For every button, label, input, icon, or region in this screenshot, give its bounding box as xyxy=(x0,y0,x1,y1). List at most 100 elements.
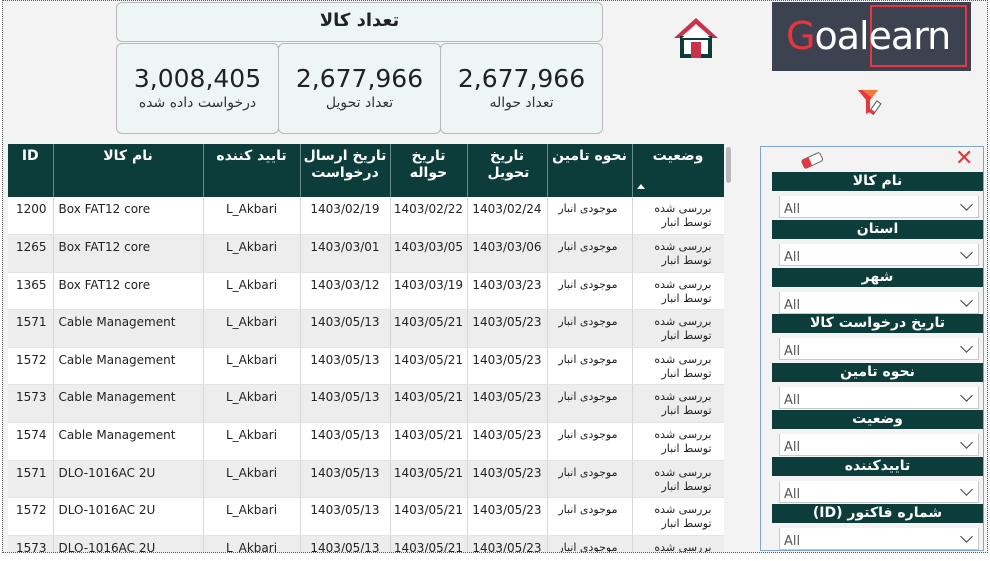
table-row[interactable]: 1572 DLO-1016AC 2U L_Akbari 1403/05/13 1403/… xyxy=(8,497,724,536)
table-scrollbar-thumb[interactable] xyxy=(726,147,731,183)
chevron-down-icon[interactable] xyxy=(960,530,973,543)
chevron-down-icon[interactable] xyxy=(960,198,973,211)
chevron-down-icon[interactable] xyxy=(960,246,973,259)
kpi-card-delivered: 2,677,966 تعداد تحویل xyxy=(278,43,441,134)
slicer-dropdown[interactable]: All xyxy=(779,387,979,409)
cell-havale-date: 1403/02/22 xyxy=(390,197,468,236)
cell-status: بررسی شدهتوسط انبار xyxy=(632,347,724,386)
cell-id: 1572 xyxy=(8,497,54,536)
filter-icon[interactable] xyxy=(856,86,888,118)
cell-havale-date: 1403/05/21 xyxy=(390,384,468,424)
table-row[interactable]: 1571 Cable Management L_Akbari 1403/05/13 14… xyxy=(8,309,724,348)
slicer-panel: ✕ نام کالا All استان All شهر All تاریخ درخواست… xyxy=(760,146,984,551)
col-header-approver[interactable]: تایید کننده xyxy=(203,144,301,197)
col-header-item-name[interactable]: نام کالا xyxy=(53,144,204,197)
cell-supply-method: موجودی انبار xyxy=(547,197,633,236)
cell-havale-date: 1403/05/21 xyxy=(390,422,468,461)
cell-delivery-date: 1403/05/23 xyxy=(467,347,548,386)
slicer-dropdown[interactable]: All xyxy=(779,244,979,266)
chevron-down-icon[interactable] xyxy=(960,389,973,402)
close-icon[interactable]: ✕ xyxy=(955,148,973,170)
slicer-value: All xyxy=(784,393,801,408)
cell-havale-date: 1403/03/05 xyxy=(390,234,468,273)
cell-delivery-date: 1403/05/23 xyxy=(467,384,548,424)
chevron-down-icon[interactable] xyxy=(960,340,973,353)
slicer-header: تاییدکننده xyxy=(772,457,983,476)
col-header-request-date[interactable]: تاریخ ارسال درخواست xyxy=(300,144,391,197)
status-line-2: توسط انبار xyxy=(661,254,712,268)
kpi-label: تعداد تحویل xyxy=(325,95,394,111)
slicer-value: All xyxy=(784,344,801,359)
col-header-status[interactable]: وضعیت xyxy=(632,144,724,197)
cell-status: بررسی شدهتوسط انبار xyxy=(632,535,724,552)
brand-logo: Goalearn xyxy=(772,2,971,71)
cell-request-date: 1403/05/13 xyxy=(300,347,391,386)
cell-approver: L_Akbari xyxy=(203,497,301,536)
status-line-2: توسط انبار xyxy=(661,291,712,305)
cell-request-date: 1403/05/13 xyxy=(300,535,391,552)
table-scrollbar[interactable] xyxy=(724,144,733,552)
cell-item-name: Cable Management xyxy=(53,422,204,461)
data-table: ID نام کالا تایید کننده تاریخ ارسال درخو… xyxy=(8,144,724,552)
slicer-value: All xyxy=(784,250,801,265)
table-row[interactable]: 1265 Box FAT12 core L_Akbari 1403/03/01 1403… xyxy=(8,234,724,273)
chevron-down-icon[interactable] xyxy=(960,483,973,496)
cell-status: بررسی شدهتوسط انبار xyxy=(632,497,724,536)
cell-request-date: 1403/05/13 xyxy=(300,497,391,536)
kpi-value: 2,677,966 xyxy=(457,64,586,93)
slicer-dropdown[interactable]: All xyxy=(779,528,979,550)
col-header-havale-date[interactable]: تاریخ حواله xyxy=(390,144,468,197)
col-header-supply-method[interactable]: نحوه تامین xyxy=(547,144,633,197)
cell-supply-method: موجودی انبار xyxy=(547,234,633,273)
cell-supply-method: موجودی انبار xyxy=(547,384,633,424)
chevron-down-icon[interactable] xyxy=(960,436,973,449)
slicer-dropdown[interactable]: All xyxy=(779,338,979,360)
cell-id: 1365 xyxy=(8,272,54,311)
col-header-id[interactable]: ID xyxy=(8,144,54,197)
table-row[interactable]: 1573 DLO-1016AC 2U L_Akbari 1403/05/13 1403/… xyxy=(8,535,724,552)
cell-supply-method: موجودی انبار xyxy=(547,422,633,461)
cell-item-name: Cable Management xyxy=(53,384,204,424)
cell-request-date: 1403/03/12 xyxy=(300,272,391,311)
status-line-1: بررسی شده xyxy=(654,240,712,254)
table-row[interactable]: 1571 DLO-1016AC 2U L_Akbari 1403/05/13 1403/… xyxy=(8,460,724,499)
cell-id: 1573 xyxy=(8,535,54,552)
eraser-icon[interactable] xyxy=(799,151,825,169)
slicer-header: نام کالا xyxy=(772,172,983,191)
slicer-dropdown[interactable]: All xyxy=(779,481,979,503)
home-icon[interactable] xyxy=(672,14,720,62)
status-line-2: توسط انبار xyxy=(661,442,712,456)
cell-approver: L_Akbari xyxy=(203,384,301,424)
cell-approver: L_Akbari xyxy=(203,422,301,461)
logo-text: Goalearn xyxy=(786,14,951,58)
cell-delivery-date: 1403/03/06 xyxy=(467,234,548,273)
status-line-2: توسط انبار xyxy=(661,366,712,380)
cell-status: بررسی شدهتوسط انبار xyxy=(632,309,724,348)
cell-havale-date: 1403/03/19 xyxy=(390,272,468,311)
sort-ascending-icon[interactable] xyxy=(637,184,645,189)
status-line-1: بررسی شده xyxy=(654,465,712,479)
slicer-dropdown[interactable]: All xyxy=(779,434,979,456)
cell-delivery-date: 1403/05/23 xyxy=(467,309,548,348)
status-line-2: توسط انبار xyxy=(661,517,712,531)
cell-status: بررسی شدهتوسط انبار xyxy=(632,422,724,461)
table-row[interactable]: 1572 Cable Management L_Akbari 1403/05/13 14… xyxy=(8,347,724,386)
col-header-delivery-date[interactable]: تاریخ تحویل xyxy=(467,144,548,197)
slicer-dropdown[interactable]: All xyxy=(779,196,979,218)
table-row[interactable]: 1574 Cable Management L_Akbari 1403/05/13 14… xyxy=(8,422,724,461)
cell-request-date: 1403/05/13 xyxy=(300,422,391,461)
table-row[interactable]: 1365 Box FAT12 core L_Akbari 1403/03/12 1403… xyxy=(8,272,724,311)
chevron-down-icon[interactable] xyxy=(960,294,973,307)
kpi-label: درخواست داده شده xyxy=(138,95,257,111)
kpi-title: تعداد کالا xyxy=(116,2,603,42)
status-line-1: بررسی شده xyxy=(654,202,712,215)
slicer-dropdown[interactable]: All xyxy=(779,292,979,314)
cell-supply-method: موجودی انبار xyxy=(547,460,633,499)
table-row[interactable]: 1573 Cable Management L_Akbari 1403/05/13 14… xyxy=(8,384,724,424)
cell-status: بررسی شدهتوسط انبار xyxy=(632,197,724,236)
table-row[interactable]: 1200 Box FAT12 core L_Akbari 1403/02/19 1403… xyxy=(8,197,724,236)
slicer-value: All xyxy=(784,298,801,313)
cell-item-name: Box FAT12 core xyxy=(53,197,204,236)
cell-id: 1572 xyxy=(8,347,54,386)
cell-approver: L_Akbari xyxy=(203,272,301,311)
